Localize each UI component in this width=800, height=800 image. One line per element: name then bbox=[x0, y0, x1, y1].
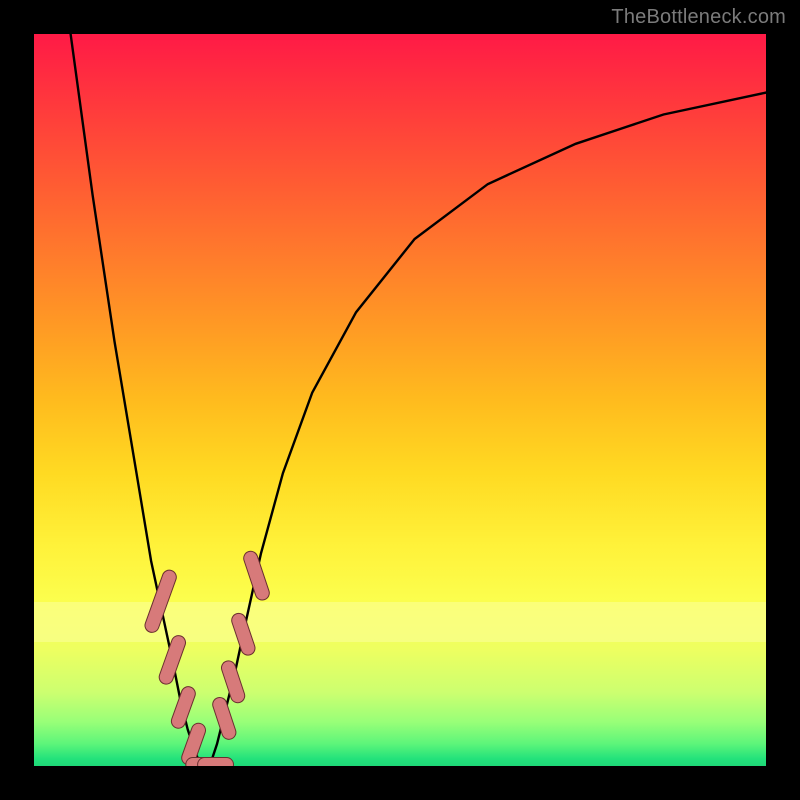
plot-area bbox=[34, 34, 766, 766]
chart-svg bbox=[34, 34, 766, 766]
marker-point bbox=[229, 668, 238, 696]
marker-point bbox=[220, 705, 229, 733]
marker-point bbox=[152, 577, 169, 625]
series-right-branch bbox=[210, 93, 766, 766]
marker-point bbox=[239, 620, 248, 648]
marker-point bbox=[189, 730, 199, 758]
marker-point bbox=[166, 643, 178, 678]
attribution-label: TheBottleneck.com bbox=[611, 6, 786, 29]
chart-frame: TheBottleneck.com bbox=[0, 0, 800, 800]
data-markers bbox=[152, 558, 262, 764]
